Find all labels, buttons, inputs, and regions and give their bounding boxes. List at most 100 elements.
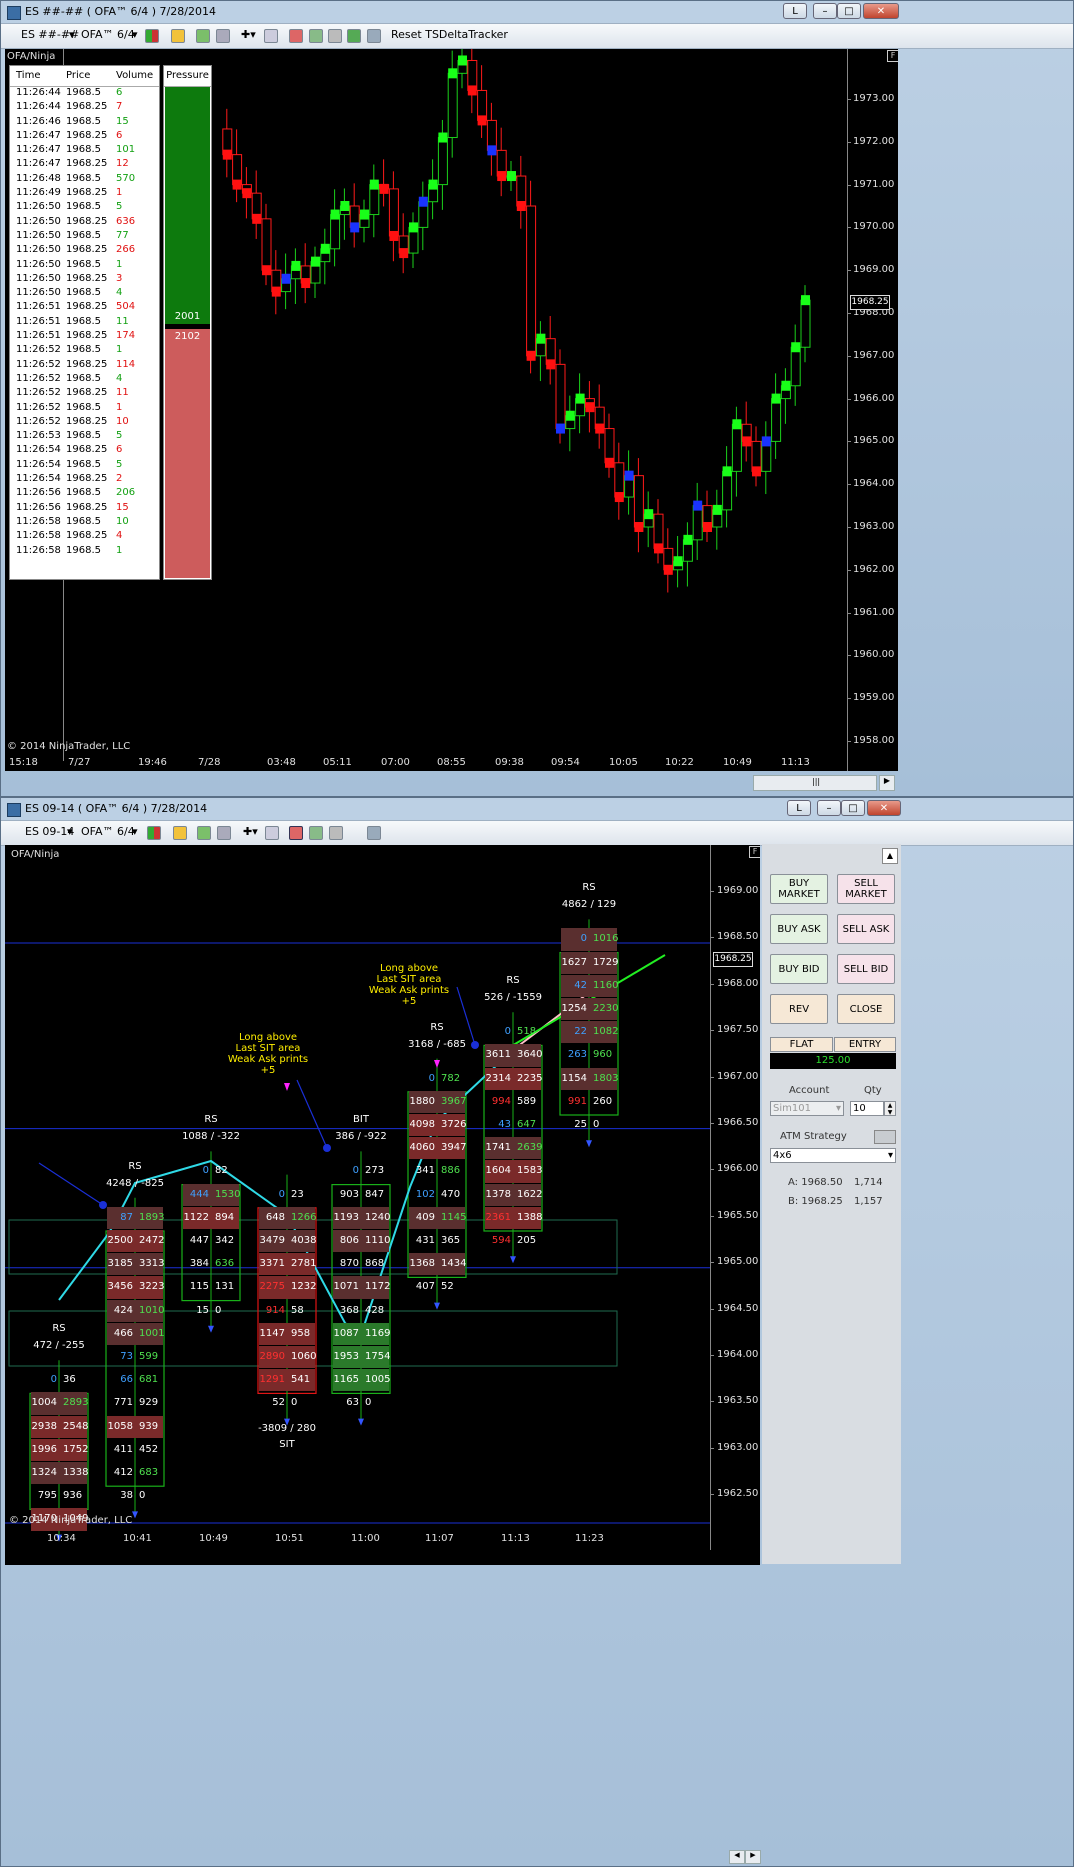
close-position-button[interactable]: CLOSE [837, 994, 895, 1024]
delta-marker [301, 278, 311, 289]
bar-delta: 4248 / -825 [106, 1177, 164, 1189]
template-selector[interactable]: OFA™ 6/4 [81, 28, 135, 41]
sell-ask-button[interactable]: SELL ASK [837, 914, 895, 944]
bid-volume: 447 [189, 1235, 209, 1246]
add-indicator-icon[interactable] [197, 826, 211, 840]
properties-icon[interactable] [309, 826, 323, 840]
bid-volume: 2314 [485, 1072, 511, 1084]
price-tick: 1971.00 [853, 178, 895, 190]
horizontal-scrollbar[interactable]: ||| [753, 775, 877, 791]
strategy-icon[interactable] [216, 29, 230, 43]
zoom-icon[interactable] [265, 826, 279, 840]
chart-trader-icon[interactable] [289, 826, 303, 840]
minimize-button[interactable]: – [813, 3, 837, 19]
atm-edit-button[interactable] [874, 1130, 896, 1144]
delta-marker [781, 380, 791, 391]
ask-volume: 2639 [517, 1142, 543, 1154]
scroll-right-button[interactable]: ▶ [745, 1850, 761, 1864]
annotation-line: +5 [401, 996, 417, 1007]
bid-volume: 412 [113, 1467, 133, 1478]
tape-row: 11:26:50 1968.25 3 [10, 273, 159, 287]
tape-price: 1968.5 [66, 315, 101, 327]
candle-body [653, 513, 664, 549]
price-tick: 1973.00 [853, 93, 895, 104]
bid-volume: 1122 [183, 1211, 209, 1223]
account-value: Sim101 [773, 1103, 811, 1114]
pnl-display: 125.00 [770, 1053, 896, 1069]
instrument-dropdown-icon[interactable]: ▾ [69, 28, 75, 41]
chart-trader-icon[interactable] [289, 29, 303, 43]
bid-volume: 0 [580, 933, 587, 945]
buy-market-button[interactable]: BUY MARKET [770, 874, 828, 904]
data-box-icon[interactable] [328, 29, 342, 43]
tape-price: 1968.25 [66, 215, 108, 227]
atm-strategy-select[interactable]: 4x6 ▾ [770, 1148, 896, 1163]
bid-volume: 1880 [409, 1095, 435, 1107]
maximize-button[interactable]: □ [837, 3, 861, 19]
template-dropdown-icon[interactable]: ▾ [132, 28, 138, 41]
tape-price: 1968.5 [66, 458, 101, 470]
template-selector[interactable]: OFA™ 6/4 [81, 825, 135, 838]
scroll-right-button[interactable]: ▶ [879, 775, 895, 791]
title-bar: ES ##-## ( OFA™ 6/4 ) 7/28/2014 L – □ ✕ [1, 1, 1073, 23]
panel-collapse-button[interactable]: ▲ [882, 848, 898, 864]
tape-price: 1968.25 [66, 444, 108, 456]
account-select[interactable]: Sim101 ▾ [770, 1101, 844, 1116]
reset-tsdeltatracker-button[interactable]: Reset TSDeltaTracker [391, 28, 508, 41]
tick-mark [710, 1215, 714, 1217]
delta-marker [311, 256, 320, 267]
tape-time: 11:26:49 [16, 187, 61, 199]
pressure-title: Pressure [164, 66, 211, 87]
dollar-icon[interactable] [347, 29, 361, 43]
scroll-left-button[interactable]: ◀ [729, 1850, 745, 1864]
close-button[interactable]: ✕ [867, 800, 901, 816]
ask-volume: 1434 [441, 1258, 467, 1270]
qty-spin-icon[interactable]: ▲ ▼ [884, 1101, 896, 1116]
sell-market-button[interactable]: SELL MARKET [837, 874, 895, 904]
link-button[interactable]: L [783, 3, 807, 19]
ask-volume: 365 [441, 1235, 461, 1246]
annotation-line: Weak Ask prints [227, 1054, 309, 1065]
tape-time: 11:26:50 [16, 229, 61, 241]
bid-volume: 466 [113, 1327, 133, 1339]
minimize-button[interactable]: – [817, 800, 841, 816]
tape-row: 11:26:50 1968.5 4 [10, 287, 159, 301]
link-button[interactable]: L [787, 800, 811, 816]
chevron-down-icon: ▾ [835, 1103, 841, 1114]
crosshair-icon[interactable]: ✚▾ [243, 825, 258, 838]
ask-volume: 82 [215, 1165, 228, 1177]
tick-mark [847, 484, 851, 486]
sell-bid-button[interactable]: SELL BID [837, 954, 895, 984]
arrow-down-icon [586, 1140, 592, 1148]
zoom-icon[interactable] [264, 29, 278, 43]
draw-pencil-icon[interactable] [171, 29, 185, 43]
bar-type-icon[interactable] [147, 826, 161, 840]
tape-price: 1968.25 [66, 501, 108, 513]
price-tick: 1966.50 [717, 1117, 759, 1128]
crosshair-icon[interactable]: ✚▾ [241, 28, 256, 41]
maximize-button[interactable]: □ [841, 800, 865, 816]
quantity-stepper[interactable]: 10 [850, 1101, 884, 1116]
window-list-icon[interactable] [367, 29, 381, 43]
tape-price: 1968.5 [66, 144, 101, 156]
template-dropdown-icon[interactable]: ▾ [132, 825, 138, 838]
window-list-icon[interactable] [367, 826, 381, 840]
close-button[interactable]: ✕ [863, 3, 899, 19]
instrument-dropdown-icon[interactable]: ▾ [67, 825, 73, 838]
footprint-chart[interactable]: OFA/Ninja F RS 472 / -255 0 36 1004 2893 2938 2… [5, 845, 760, 1565]
delta-marker [761, 436, 771, 447]
draw-pencil-icon[interactable] [173, 826, 187, 840]
properties-icon[interactable] [309, 29, 323, 43]
ask-volume: 1530 [215, 1188, 241, 1200]
ask-volume: 2230 [593, 1003, 619, 1014]
buy-ask-button[interactable]: BUY ASK [770, 914, 828, 944]
strategy-icon[interactable] [217, 826, 231, 840]
tape-volume: 11 [116, 387, 129, 399]
add-indicator-icon[interactable] [196, 29, 210, 43]
delta-marker [291, 260, 301, 271]
bar-type-icon[interactable] [145, 29, 159, 43]
reverse-button[interactable]: REV [770, 994, 828, 1024]
data-box-icon[interactable] [329, 826, 343, 840]
ask-volume: 36 [63, 1374, 76, 1386]
buy-bid-button[interactable]: BUY BID [770, 954, 828, 984]
